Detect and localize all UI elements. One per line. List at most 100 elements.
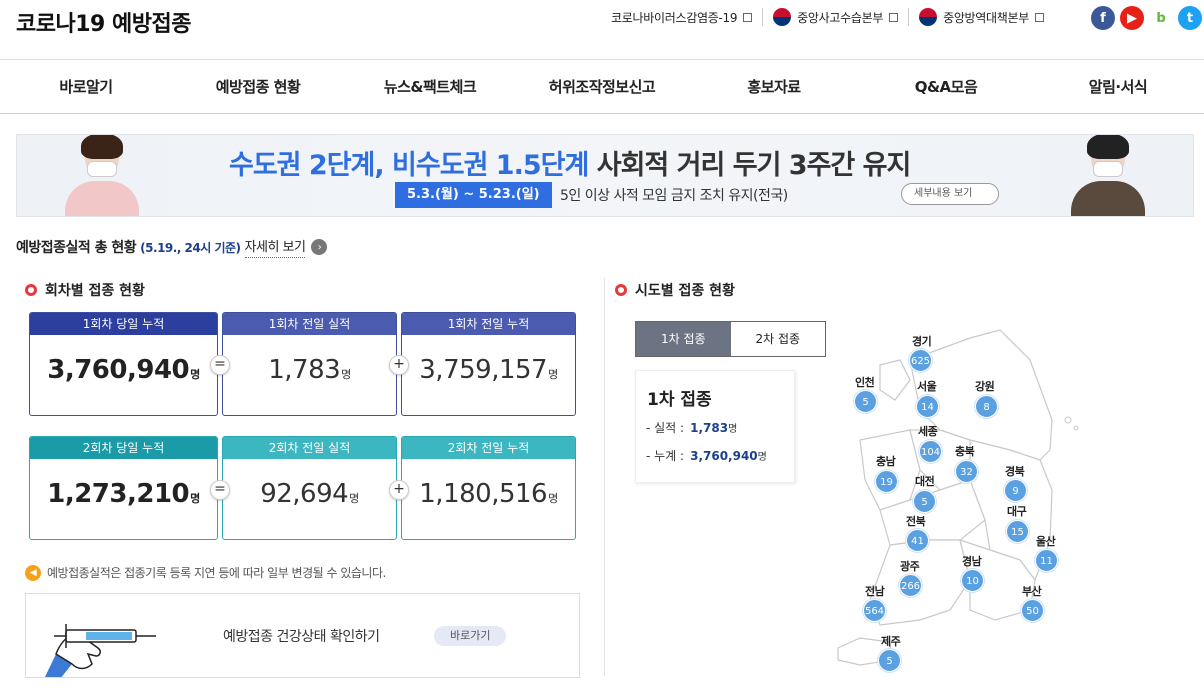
region-bubble[interactable]: 8 <box>975 395 998 418</box>
region-name: 제주 <box>881 635 901 648</box>
tab-dose2[interactable]: 2차 접종 <box>731 322 826 356</box>
equals-icon: = <box>210 480 230 500</box>
nav-notice[interactable]: 알림·서식 <box>1032 60 1204 113</box>
region-name: 전남 <box>865 585 885 598</box>
gov-emblem-icon <box>919 8 938 26</box>
region-name: 경북 <box>1005 465 1025 478</box>
vaccination-summary: 예방접종실적 총 현황 (5.19., 24시 기준) 자세히 보기 › <box>16 236 328 258</box>
plus-icon: + <box>389 480 409 500</box>
ring-bullet-icon <box>615 284 627 296</box>
dose1-prev-day-value-row: 1,783명 <box>223 335 396 385</box>
sns-links: f ▶ b t <box>1091 6 1202 30</box>
site-header: 코로나19 예방접종 코로나바이러스감염증-19 중앙사고수습본부 중앙방역대책… <box>0 0 1204 60</box>
nav-promo[interactable]: 홍보자료 <box>688 60 860 113</box>
region-bubble[interactable]: 5 <box>878 649 901 672</box>
site-logo[interactable]: 코로나19 예방접종 <box>16 6 191 38</box>
dose2-prev-cum-value: 1,180,516 <box>419 479 548 509</box>
unit: 명 <box>190 368 200 381</box>
dose2-today-card: 2회차 당일 누적 1,273,210명 <box>29 436 218 540</box>
unit: 명 <box>548 368 558 381</box>
dose2-prev-day-card: 2회차 전일 실적 92,694명 <box>222 436 397 540</box>
region-bubble[interactable]: 5 <box>913 490 936 513</box>
dose1-prev-day-value: 1,783 <box>268 355 341 385</box>
by-round-title-text: 회차별 접종 현황 <box>45 283 145 299</box>
unit: 명 <box>548 492 558 505</box>
unit: 명 <box>341 368 351 381</box>
twitter-icon[interactable]: t <box>1178 6 1202 30</box>
summary-more-link[interactable]: 자세히 보기 <box>244 236 306 258</box>
health-check-button[interactable]: 바로가기 <box>434 626 507 646</box>
main-nav: 바로알기 예방접종 현황 뉴스&팩트체크 허위조작정보신고 홍보자료 Q&A모음… <box>0 60 1204 114</box>
region-bubble[interactable]: 32 <box>955 460 978 483</box>
dose2-prev-cum-label: 2회차 전일 누적 <box>402 437 575 459</box>
dose2-prev-day-value: 92,694 <box>260 479 349 509</box>
dose1-prev-cum-card: 1회차 전일 누적 3,759,157명 <box>401 312 576 416</box>
region-name: 울산 <box>1036 535 1056 548</box>
dose2-prev-day-value-row: 92,694명 <box>223 459 396 509</box>
top-links: 코로나바이러스감염증-19 중앙사고수습본부 중앙방역대책본부 <box>601 8 1054 26</box>
link-covid19[interactable]: 코로나바이러스감염증-19 <box>601 9 762 26</box>
dose-detail-box: 1차 접종 - 실적 : 1,783명 - 누계 : 3,760,940명 <box>635 370 795 483</box>
external-link-icon <box>889 12 899 22</box>
link-cdscheq[interactable]: 중앙방역대책본부 <box>908 8 1054 26</box>
dose-tabs: 1차 접종 2차 접종 <box>635 321 826 357</box>
banner-woman-illustration <box>57 135 147 216</box>
syringe-hand-illustration <box>44 624 156 677</box>
region-bubble[interactable]: 5 <box>854 390 877 413</box>
banner-more-button[interactable]: 세부내용 보기 <box>901 183 1000 205</box>
banner-headline-rest: 사회적 거리 두기 3주간 유지 <box>588 150 912 181</box>
facebook-icon[interactable]: f <box>1091 6 1115 30</box>
tab-dose1[interactable]: 1차 접종 <box>636 322 731 356</box>
banner-headline: 수도권 2단계, 비수도권 1.5단계 사회적 거리 두기 3주간 유지 <box>229 143 912 182</box>
nav-report[interactable]: 허위조작정보신고 <box>516 60 688 113</box>
chevron-right-icon[interactable]: › <box>311 239 328 255</box>
dose2-prev-cum-value-row: 1,180,516명 <box>402 459 575 509</box>
korea-region-map: 경기 625 인천 5 서울 14 강원 8 세종 104 충북 32 충남 1… <box>820 320 1100 680</box>
plus-icon: + <box>389 355 409 375</box>
nav-news[interactable]: 뉴스&팩트체크 <box>344 60 516 113</box>
dose1-prev-cum-label: 1회차 전일 누적 <box>402 313 575 335</box>
dose2-today-value: 1,273,210 <box>47 479 190 509</box>
dose2-today-label: 2회차 당일 누적 <box>30 437 217 459</box>
dose1-prev-day-card: 1회차 전일 실적 1,783명 <box>222 312 397 416</box>
dose1-today-card: 1회차 당일 누적 3,760,940명 <box>29 312 218 416</box>
health-check-box[interactable]: 예방접종 건강상태 확인하기 바로가기 <box>25 593 580 678</box>
region-bubble[interactable]: 9 <box>1004 479 1027 502</box>
region-bubble[interactable]: 19 <box>875 470 898 493</box>
distancing-banner[interactable]: 수도권 2단계, 비수도권 1.5단계 사회적 거리 두기 3주간 유지 5.3… <box>16 134 1194 217</box>
dose-detail-label: - 실적 : <box>646 421 685 435</box>
dose-detail-title: 1차 접종 <box>647 390 712 410</box>
region-bubble[interactable]: 266 <box>899 574 922 597</box>
region-bubble[interactable]: 15 <box>1006 520 1029 543</box>
summary-title: 예방접종실적 총 현황 <box>16 240 137 256</box>
nav-about[interactable]: 바로알기 <box>0 60 172 113</box>
region-bubble[interactable]: 41 <box>906 529 929 552</box>
region-bubble[interactable]: 104 <box>919 440 942 463</box>
banner-subtext: 5인 이상 사적 모임 금지 조치 유지(전국) <box>560 188 788 204</box>
nav-qa[interactable]: Q&A모음 <box>860 60 1032 113</box>
region-bubble[interactable]: 11 <box>1035 549 1058 572</box>
region-bubble[interactable]: 625 <box>909 349 932 372</box>
youtube-icon[interactable]: ▶ <box>1120 6 1144 30</box>
region-name: 인천 <box>855 376 875 389</box>
region-name: 전북 <box>906 515 926 528</box>
region-bubble[interactable]: 14 <box>916 395 939 418</box>
link-covid19-label: 코로나바이러스감염증-19 <box>611 10 738 25</box>
nav-status[interactable]: 예방접종 현황 <box>172 60 344 113</box>
unit: 명 <box>190 492 200 505</box>
unit: 명 <box>349 492 359 505</box>
link-cdsch[interactable]: 중앙사고수습본부 <box>762 8 908 26</box>
region-name: 대구 <box>1007 505 1027 518</box>
region-bubble[interactable]: 564 <box>863 599 886 622</box>
region-name: 경남 <box>962 555 982 568</box>
by-round-title: 회차별 접종 현황 <box>25 280 145 300</box>
dose-detail-value: 1,783명 <box>690 421 738 435</box>
speaker-icon: ◀ <box>25 564 41 581</box>
dose-detail-value: 3,760,940명 <box>690 449 767 463</box>
region-name: 광주 <box>900 560 920 573</box>
link-cdscheq-label: 중앙방역대책본부 <box>943 10 1029 25</box>
region-bubble[interactable]: 10 <box>961 569 984 592</box>
region-bubble[interactable]: 50 <box>1021 599 1044 622</box>
blog-icon[interactable]: b <box>1149 6 1173 30</box>
region-name: 서울 <box>917 380 937 393</box>
